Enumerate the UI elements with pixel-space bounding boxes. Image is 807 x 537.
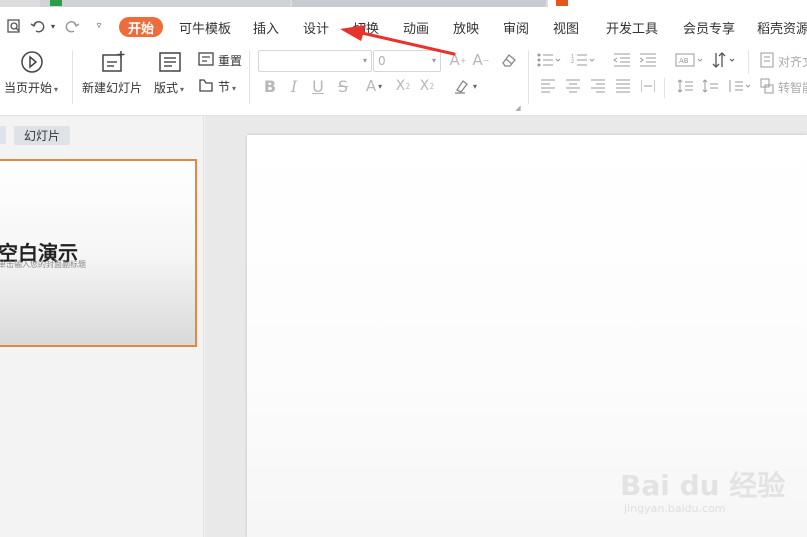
increase-font-icon[interactable]: A + bbox=[449, 50, 467, 70]
menu-bar: ▾ ▿ 开始 可牛模板 插入 设计 切换 动画 放映 审阅 视图 开发工具 会员… bbox=[0, 7, 807, 44]
superscript-icon[interactable]: X2 bbox=[394, 76, 412, 96]
divider bbox=[748, 50, 749, 74]
tab-developer[interactable]: 开发工具 bbox=[606, 18, 658, 37]
tab-slides[interactable]: 幻灯片 bbox=[14, 126, 70, 145]
play-from-current-label: 当页开始 bbox=[4, 81, 53, 95]
reset-icon[interactable] bbox=[197, 51, 215, 67]
divider bbox=[249, 50, 250, 104]
section-label: 节 bbox=[218, 80, 231, 94]
line-spacing-icon[interactable] bbox=[676, 78, 694, 94]
tab-outline[interactable] bbox=[0, 126, 6, 144]
text-direction-icon[interactable]: AB bbox=[674, 52, 706, 68]
chevron-down-icon: ▾ bbox=[232, 84, 237, 93]
font-dialog-launcher-icon[interactable]: ◢ bbox=[514, 104, 522, 112]
play-from-current-button[interactable]: 当页开始 ▾ bbox=[4, 79, 58, 96]
layout-button[interactable]: 版式 ▾ bbox=[154, 79, 184, 96]
layout-icon[interactable] bbox=[158, 50, 182, 74]
bullets-icon[interactable] bbox=[536, 52, 562, 68]
undo-dropdown-icon[interactable]: ▾ bbox=[48, 17, 58, 35]
print-preview-icon[interactable] bbox=[5, 17, 23, 35]
tab-template[interactable]: 可牛模板 bbox=[179, 18, 231, 37]
smart-convert-icon[interactable] bbox=[759, 77, 775, 95]
font-name-select[interactable]: ▾ bbox=[258, 50, 372, 72]
bold-icon[interactable]: B bbox=[262, 76, 278, 96]
align-text-button[interactable]: 对齐文 bbox=[778, 53, 807, 70]
slide-thumbnail-panel: 幻灯片 空白演示 单击输入您的封面副标题 bbox=[0, 116, 204, 537]
tab-member[interactable]: 会员专享 bbox=[683, 18, 735, 37]
tab-review[interactable]: 审阅 bbox=[503, 18, 529, 37]
align-center-icon[interactable] bbox=[565, 78, 581, 94]
spreadsheet-tab-icon bbox=[50, 0, 62, 6]
italic-icon[interactable]: I bbox=[286, 76, 302, 96]
subscript-icon[interactable]: X2 bbox=[418, 76, 436, 96]
tab-resources[interactable]: 稻壳资源 bbox=[757, 18, 807, 37]
section-icon[interactable] bbox=[197, 77, 215, 93]
tab-insert[interactable]: 插入 bbox=[253, 18, 279, 37]
svg-text:2: 2 bbox=[571, 59, 574, 65]
numbering-icon[interactable]: 12 bbox=[570, 52, 596, 68]
chevron-down-icon: ▾ bbox=[180, 85, 185, 94]
decrease-font-icon[interactable]: A − bbox=[472, 50, 490, 70]
spacing-options-icon[interactable] bbox=[726, 78, 754, 94]
redo-icon[interactable] bbox=[64, 17, 80, 35]
watermark-brand: Bai du 经验 bbox=[620, 469, 786, 502]
baidu-watermark: Bai du 经验 jingyan.baidu.com bbox=[620, 450, 800, 522]
tab-slideshow[interactable]: 放映 bbox=[453, 18, 479, 37]
play-icon[interactable] bbox=[20, 50, 44, 74]
font-size-select[interactable]: 0 ▾ bbox=[373, 50, 441, 72]
ribbon-toolbar: 当页开始 ▾ 新建幻灯片 版式 ▾ 重置 节 ▾ ▾ 0 ▾ A + A − B I U S… bbox=[0, 44, 807, 116]
section-button[interactable]: 节 ▾ bbox=[218, 78, 236, 95]
increase-indent-icon[interactable] bbox=[638, 52, 658, 68]
reset-button[interactable]: 重置 bbox=[218, 52, 242, 69]
thumbnail-subtitle: 单击输入您的封面副标题 bbox=[0, 260, 86, 269]
tab-3-active[interactable] bbox=[548, 0, 807, 7]
align-left-icon[interactable] bbox=[540, 78, 556, 94]
svg-text:AB: AB bbox=[679, 57, 689, 65]
presentation-tab-icon bbox=[556, 0, 568, 6]
decrease-indent-icon[interactable] bbox=[612, 52, 632, 68]
tab-home[interactable]: 开始 bbox=[119, 17, 163, 37]
browser-tab-strip bbox=[0, 0, 807, 7]
tab-design[interactable]: 设计 bbox=[303, 18, 329, 37]
paragraph-spacing-icon[interactable] bbox=[701, 78, 719, 94]
new-slide-icon[interactable] bbox=[100, 50, 126, 74]
undo-icon[interactable] bbox=[30, 17, 46, 35]
font-color-icon[interactable]: A ▾ bbox=[360, 76, 388, 96]
watermark-url: jingyan.baidu.com bbox=[624, 502, 726, 515]
tab-transition[interactable]: 切换 bbox=[353, 18, 379, 37]
font-size-value: 0 bbox=[378, 54, 386, 68]
customize-toolbar-icon[interactable]: ▿ bbox=[92, 17, 106, 35]
new-slide-button[interactable]: 新建幻灯片 bbox=[82, 79, 142, 96]
chevron-down-icon: ▾ bbox=[54, 85, 59, 94]
smart-convert-button[interactable]: 转智能 bbox=[778, 79, 807, 96]
divider bbox=[664, 78, 665, 98]
justify-icon[interactable] bbox=[615, 78, 631, 94]
tab-animation[interactable]: 动画 bbox=[403, 18, 429, 37]
underline-icon[interactable]: U bbox=[310, 76, 326, 96]
layout-label: 版式 bbox=[154, 81, 179, 95]
align-right-icon[interactable] bbox=[590, 78, 606, 94]
slide-thumbnail[interactable]: 空白演示 单击输入您的封面副标题 bbox=[0, 159, 197, 347]
sort-direction-icon[interactable] bbox=[711, 50, 739, 70]
tab-2[interactable] bbox=[292, 0, 546, 7]
chevron-down-icon: ▾ bbox=[431, 56, 436, 65]
tab-view[interactable]: 视图 bbox=[553, 18, 579, 37]
align-text-icon[interactable] bbox=[759, 51, 775, 69]
divider bbox=[528, 50, 529, 104]
divider bbox=[72, 50, 73, 104]
distribute-icon[interactable] bbox=[640, 78, 656, 94]
strikethrough-icon[interactable]: S bbox=[335, 76, 351, 96]
tab-1[interactable] bbox=[40, 0, 290, 7]
chevron-down-icon: ▾ bbox=[362, 56, 367, 65]
highlight-icon[interactable]: ▾ bbox=[450, 76, 480, 96]
clear-format-icon[interactable] bbox=[499, 50, 519, 70]
